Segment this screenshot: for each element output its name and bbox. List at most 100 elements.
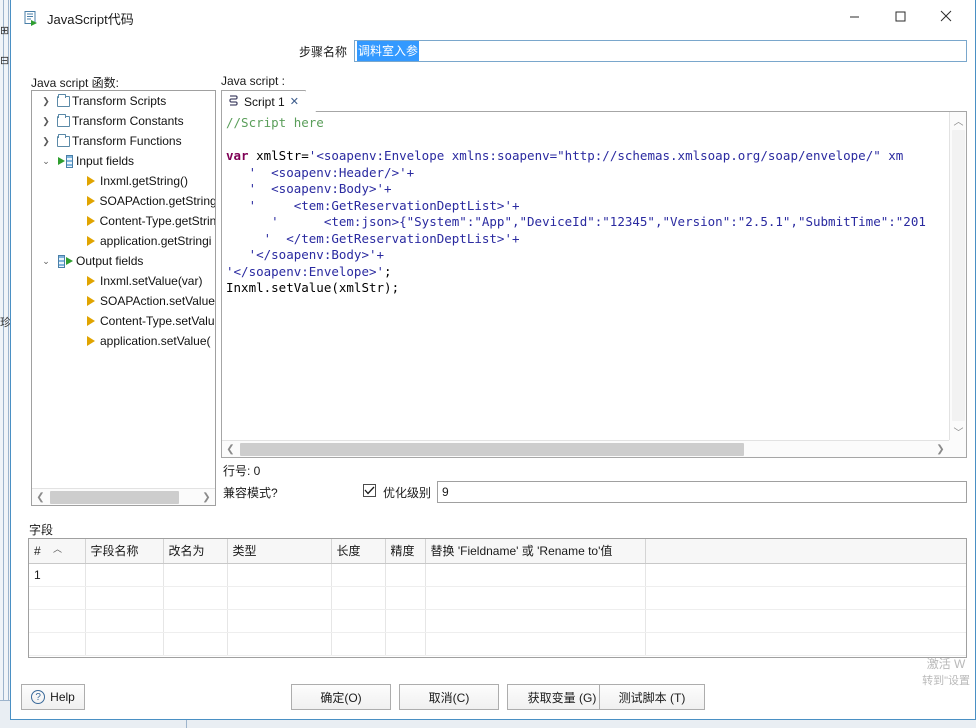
chevron-right-icon[interactable]: ❯ bbox=[38, 96, 54, 107]
chevron-right-icon[interactable]: ❯ bbox=[38, 136, 54, 147]
fields-table-cell[interactable] bbox=[385, 586, 426, 610]
tree-scroll-thumb[interactable] bbox=[50, 491, 179, 504]
optimization-level-value: 9 bbox=[442, 485, 449, 499]
chevron-down-icon[interactable]: ⌄ bbox=[38, 156, 54, 167]
minimize-button[interactable] bbox=[831, 0, 877, 32]
fields-table-cell[interactable] bbox=[163, 586, 228, 610]
fields-table-cell[interactable] bbox=[227, 563, 332, 587]
code-segment: ' <tem:GetReservationDeptList>'+ bbox=[226, 197, 520, 213]
fields-table-cell[interactable] bbox=[425, 609, 646, 633]
functions-tree[interactable]: ❯ Transform Scripts ❯ Transform Constants ❯ T… bbox=[32, 91, 215, 487]
scroll-right-icon[interactable]: ❯ bbox=[198, 489, 215, 505]
table-row[interactable] bbox=[29, 586, 966, 610]
title-bar[interactable]: JavaScript代码 bbox=[11, 0, 975, 36]
code-line: //Script here bbox=[226, 115, 949, 132]
fields-table-cell[interactable] bbox=[163, 609, 228, 633]
tree-horizontal-scrollbar[interactable]: ❮ ❯ bbox=[32, 488, 215, 505]
code-segment: ' <soapenv:Header/>'+ bbox=[226, 164, 415, 180]
code-line: Inxml.setValue(xmlStr); bbox=[226, 280, 949, 297]
step-name-input[interactable]: 调料室入参 bbox=[354, 40, 967, 62]
fields-table-cell[interactable] bbox=[425, 632, 646, 656]
code-text-area[interactable]: //Script here var xmlStr='<soapenv:Envel… bbox=[222, 112, 949, 440]
fields-column-header[interactable]: 替换 'Fieldname' 或 'Rename to'值 bbox=[425, 539, 646, 564]
fields-table-cell[interactable] bbox=[85, 609, 164, 633]
scroll-down-icon[interactable]: ﹀ bbox=[950, 423, 966, 440]
tree-node[interactable]: SOAPAction.setValue bbox=[32, 291, 215, 311]
editor-vertical-scrollbar[interactable]: ︿ ﹀ bbox=[949, 112, 966, 440]
fields-column-header[interactable]: 字段名称 bbox=[85, 539, 164, 564]
code-editor[interactable]: //Script here var xmlStr='<soapenv:Envel… bbox=[221, 112, 967, 458]
ok-button[interactable]: 确定(O) bbox=[291, 684, 391, 710]
close-button[interactable] bbox=[923, 0, 969, 32]
fields-table-cell[interactable] bbox=[385, 563, 426, 587]
fields-table-cell[interactable] bbox=[85, 632, 164, 656]
table-row[interactable] bbox=[29, 609, 966, 633]
tree-node[interactable]: SOAPAction.getString bbox=[32, 191, 215, 211]
fields-table-cell[interactable] bbox=[425, 563, 646, 587]
tree-node[interactable]: Inxml.getString() bbox=[32, 171, 215, 191]
tree-node[interactable]: application.setValue( bbox=[32, 331, 215, 351]
tree-node-label: Content-Type.getStrin bbox=[99, 214, 215, 228]
optimization-checkbox[interactable] bbox=[363, 484, 376, 497]
chevron-down-icon[interactable]: ⌄ bbox=[38, 256, 54, 267]
tree-node[interactable]: Content-Type.setValu bbox=[32, 311, 215, 331]
tab-close-icon[interactable]: ✕ bbox=[290, 95, 299, 108]
sort-ascending-icon[interactable]: ︿ bbox=[53, 542, 62, 555]
code-segment: var bbox=[226, 148, 249, 163]
fields-table-cell[interactable] bbox=[227, 609, 332, 633]
tree-node[interactable]: ⌄ Output fields bbox=[32, 251, 215, 271]
editor-horizontal-scrollbar[interactable]: ❮ ❯ bbox=[222, 440, 949, 457]
tree-node-label: application.setValue( bbox=[100, 334, 211, 348]
scroll-left-icon[interactable]: ❮ bbox=[222, 441, 239, 457]
cancel-button[interactable]: 取消(C) bbox=[399, 684, 499, 710]
optimization-level-input[interactable]: 9 bbox=[437, 481, 967, 503]
gold-arrow-icon bbox=[82, 276, 100, 286]
fields-table-cell[interactable] bbox=[227, 632, 332, 656]
editor-h-scroll-thumb[interactable] bbox=[240, 443, 744, 456]
tree-node[interactable]: ❯ Transform Scripts bbox=[32, 91, 215, 111]
fields-table-cell[interactable] bbox=[331, 586, 386, 610]
fields-column-header[interactable]: # ︿ bbox=[29, 539, 86, 564]
fields-table-cell[interactable] bbox=[163, 632, 228, 656]
fields-table-cell[interactable] bbox=[85, 563, 164, 587]
test-script-button[interactable]: 测试脚本 (T) bbox=[599, 684, 705, 710]
fields-table-cell[interactable] bbox=[331, 563, 386, 587]
fields-table-cell[interactable] bbox=[385, 632, 426, 656]
fields-table-cell[interactable] bbox=[227, 586, 332, 610]
title-bar-left: JavaScript代码 bbox=[23, 0, 134, 36]
chevron-right-icon[interactable]: ❯ bbox=[38, 116, 54, 127]
gold-arrow-icon bbox=[82, 216, 100, 226]
fields-column-header[interactable]: 类型 bbox=[227, 539, 332, 564]
fields-table-cell[interactable] bbox=[425, 586, 646, 610]
fields-column-header-filler bbox=[645, 539, 966, 564]
table-row[interactable] bbox=[29, 632, 966, 656]
fields-table-cell[interactable] bbox=[163, 563, 228, 587]
fields-table-cell[interactable] bbox=[85, 586, 164, 610]
scroll-left-icon[interactable]: ❮ bbox=[32, 489, 49, 505]
editor-v-scroll-thumb[interactable] bbox=[952, 130, 965, 421]
table-row[interactable]: 1 bbox=[29, 563, 966, 587]
fields-table-cell[interactable] bbox=[331, 632, 386, 656]
functions-panel-label: Java script 函数: bbox=[31, 76, 120, 90]
tree-node[interactable]: ❯ Transform Constants bbox=[32, 111, 215, 131]
tree-node-label: Transform Scripts bbox=[72, 94, 167, 108]
fields-column-header[interactable]: 长度 bbox=[331, 539, 386, 564]
tree-node[interactable]: ⌄ Input fields bbox=[32, 151, 215, 171]
fields-table-cell[interactable] bbox=[331, 609, 386, 633]
code-segment: ' <soapenv:Body>'+ bbox=[226, 181, 392, 196]
tree-node[interactable]: application.getStringi bbox=[32, 231, 215, 251]
tab-script-1[interactable]: Script 1 ✕ bbox=[221, 90, 316, 112]
fields-table-cell[interactable] bbox=[385, 609, 426, 633]
maximize-button[interactable] bbox=[877, 0, 923, 32]
scroll-right-icon[interactable]: ❯ bbox=[932, 441, 949, 457]
tree-node[interactable]: Content-Type.getStrin bbox=[32, 211, 215, 231]
help-button[interactable]: ? Help bbox=[21, 684, 85, 710]
gold-arrow-icon bbox=[82, 176, 100, 186]
tree-node[interactable]: ❯ Transform Functions bbox=[32, 131, 215, 151]
fields-table-container[interactable]: # ︿ 字段名称 改名为 类型 长度 精度 替换 'Fieldname' 或 'Rename … bbox=[28, 538, 967, 658]
scroll-up-icon[interactable]: ︿ bbox=[950, 112, 966, 129]
tree-node[interactable]: Inxml.setValue(var) bbox=[32, 271, 215, 291]
tree-node-label: SOAPAction.setValue bbox=[100, 294, 215, 308]
fields-column-header[interactable]: 精度 bbox=[385, 539, 426, 564]
fields-column-header[interactable]: 改名为 bbox=[163, 539, 228, 564]
